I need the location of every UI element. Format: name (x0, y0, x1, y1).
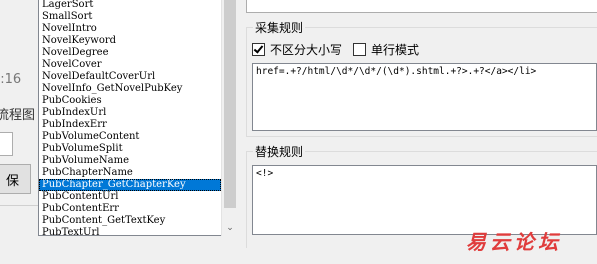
list-item[interactable]: NovelDefaultCoverUrl (39, 71, 221, 83)
list-item[interactable]: NovelCover (39, 59, 221, 71)
list-item[interactable]: PubContentUrl (39, 191, 221, 203)
case-insensitive-checkbox[interactable] (252, 43, 265, 56)
list-item[interactable]: PubContentErr (39, 203, 221, 215)
case-insensitive-option[interactable]: 不区分大小写 (252, 41, 342, 58)
top-field-fragment[interactable] (246, 0, 597, 13)
list-item[interactable]: PubIndexErr (39, 119, 221, 131)
scroll-down-icon[interactable]: ⌄ (222, 220, 238, 236)
list-item[interactable]: NovelIntro (39, 23, 221, 35)
list-item[interactable]: PubTextUrl (39, 227, 221, 235)
collect-rule-input[interactable]: href=.+?/html/\d*/\d*/(\d*).shtml.+?>.+?… (252, 63, 597, 131)
replace-rule-legend: 替换规则 (253, 143, 306, 160)
listbox-scrollbar[interactable]: ⌄ (221, 0, 238, 236)
list-item[interactable]: SmallSort (39, 11, 221, 23)
list-item[interactable]: PubIndexUrl (39, 107, 221, 119)
flow-tab-fragment[interactable]: 流程图 (0, 104, 35, 123)
list-item[interactable]: PubVolumeName (39, 155, 221, 167)
time-fragment: 3:16 (0, 72, 22, 87)
left-window-fragment: 3:16 流程图 保 (0, 0, 42, 264)
list-item[interactable]: PubContent_GetTextKey (39, 215, 221, 227)
list-item[interactable]: PubVolumeContent (39, 131, 221, 143)
single-line-option[interactable]: 单行模式 (353, 41, 419, 58)
list-item[interactable]: LagerSort (39, 0, 221, 11)
single-line-label: 单行模式 (371, 43, 420, 57)
input-fragment[interactable] (0, 132, 13, 156)
divider (0, 205, 42, 206)
case-insensitive-label: 不区分大小写 (270, 43, 343, 57)
collect-rule-legend: 采集规则 (253, 19, 306, 36)
list-item[interactable]: PubVolumeSplit (39, 143, 221, 155)
scrollbar-thumb[interactable] (224, 0, 236, 208)
list-item[interactable]: PubChapterName (39, 167, 221, 179)
watermark-logo: 易云论坛 (466, 230, 562, 254)
list-item[interactable]: PubCookies (39, 95, 221, 107)
list-item[interactable]: PubChapter_GetChapterKey (39, 179, 221, 191)
rule-key-listbox[interactable]: LagerSort SmallSort NovelIntro NovelKeyword… (38, 0, 222, 236)
single-line-checkbox[interactable] (353, 43, 366, 56)
list-item[interactable]: NovelInfo_GetNovelPubKey (39, 83, 221, 95)
replace-rule-input[interactable]: <!> (252, 165, 597, 235)
list-item[interactable]: NovelKeyword (39, 35, 221, 47)
button-fragment-label: 保 (6, 174, 20, 189)
list-item[interactable]: NovelDegree (39, 47, 221, 59)
